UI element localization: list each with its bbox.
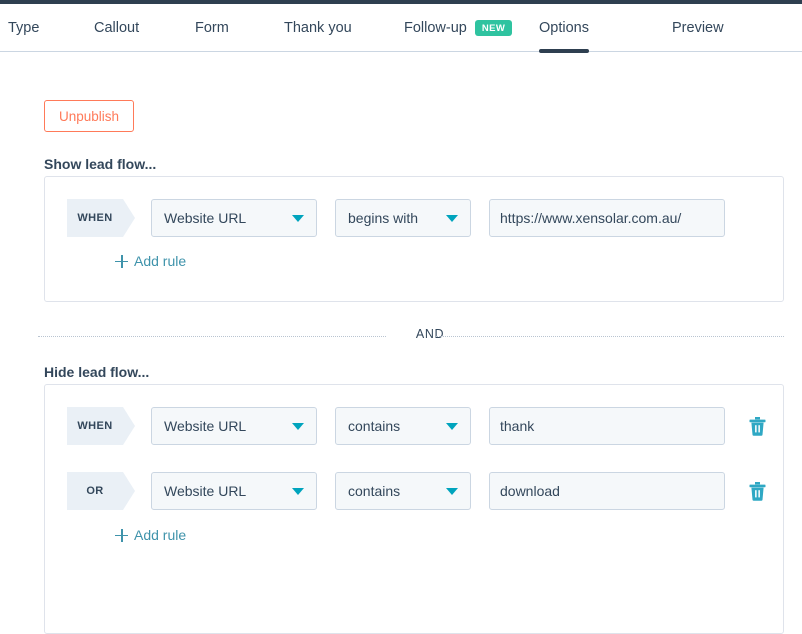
tab-preview[interactable]: Preview <box>672 4 724 52</box>
chevron-down-icon <box>446 488 458 495</box>
rule-conjunction-badge: WHEN <box>67 199 135 237</box>
tab-label: Thank you <box>284 19 352 36</box>
rule-conjunction-badge: WHEN <box>67 407 135 445</box>
trash-icon <box>749 416 765 436</box>
show-lead-flow-heading: Show lead flow... <box>44 156 157 172</box>
add-rule-label: Add rule <box>134 253 187 269</box>
tab-label: Options <box>539 19 589 36</box>
add-rule-show-button[interactable]: Add rule <box>115 253 186 269</box>
property-select-value: Website URL <box>164 418 247 434</box>
divider-line-right <box>436 336 784 337</box>
chevron-down-icon <box>292 488 304 495</box>
chevron-down-icon <box>446 423 458 430</box>
tab-callout[interactable]: Callout <box>94 4 139 52</box>
tab-label: Follow-up <box>404 19 467 36</box>
tab-label: Preview <box>672 19 724 36</box>
property-select-value: Website URL <box>164 210 247 226</box>
tab-label: Form <box>195 19 229 36</box>
add-rule-label: Add rule <box>134 527 187 543</box>
tab-label: Callout <box>94 19 140 36</box>
trash-icon <box>749 481 765 501</box>
tab-follow-up[interactable]: Follow-up NEW <box>404 4 513 52</box>
tab-label: Type <box>8 19 40 36</box>
tab-options[interactable]: Options <box>539 4 589 53</box>
tab-type[interactable]: Type <box>8 4 39 52</box>
rule-conjunction-badge: OR <box>67 472 135 510</box>
tab-bar: Type Callout Form Thank you Follow-up NE… <box>0 4 802 53</box>
chevron-down-icon <box>446 215 458 222</box>
and-label: AND <box>400 327 460 341</box>
plus-icon <box>115 254 128 268</box>
delete-rule-button[interactable] <box>745 478 769 504</box>
property-select[interactable]: Website URL <box>151 199 317 237</box>
add-rule-hide-button[interactable]: Add rule <box>115 527 186 543</box>
operator-select[interactable]: begins with <box>335 199 471 237</box>
property-select[interactable]: Website URL <box>151 472 317 510</box>
property-select-value: Website URL <box>164 483 247 499</box>
rule-value-input[interactable] <box>489 472 725 510</box>
new-badge: NEW <box>474 19 513 37</box>
unpublish-button[interactable]: Unpublish <box>44 100 134 132</box>
tab-form[interactable]: Form <box>195 4 229 52</box>
table-row: OR Website URL contains <box>45 472 785 510</box>
hide-lead-flow-heading: Hide lead flow... <box>44 364 150 380</box>
operator-select[interactable]: contains <box>335 407 471 445</box>
delete-rule-button[interactable] <box>745 413 769 439</box>
chevron-down-icon <box>292 423 304 430</box>
divider-line-left <box>38 336 386 337</box>
chevron-down-icon <box>292 215 304 222</box>
operator-select-value: begins with <box>348 210 419 226</box>
show-lead-flow-panel: WHEN Website URL begins with Add rule <box>44 176 784 302</box>
plus-icon <box>115 528 128 542</box>
rule-value-input[interactable] <box>489 407 725 445</box>
rule-row: WHEN Website URL begins with <box>45 199 785 237</box>
and-divider: AND <box>38 324 784 348</box>
operator-select[interactable]: contains <box>335 472 471 510</box>
operator-select-value: contains <box>348 418 401 434</box>
rule-value-input[interactable] <box>489 199 725 237</box>
table-row: WHEN Website URL contains <box>45 407 785 445</box>
property-select[interactable]: Website URL <box>151 407 317 445</box>
operator-select-value: contains <box>348 483 401 499</box>
tab-thank-you[interactable]: Thank you <box>284 4 352 52</box>
active-tab-underline <box>539 49 589 53</box>
